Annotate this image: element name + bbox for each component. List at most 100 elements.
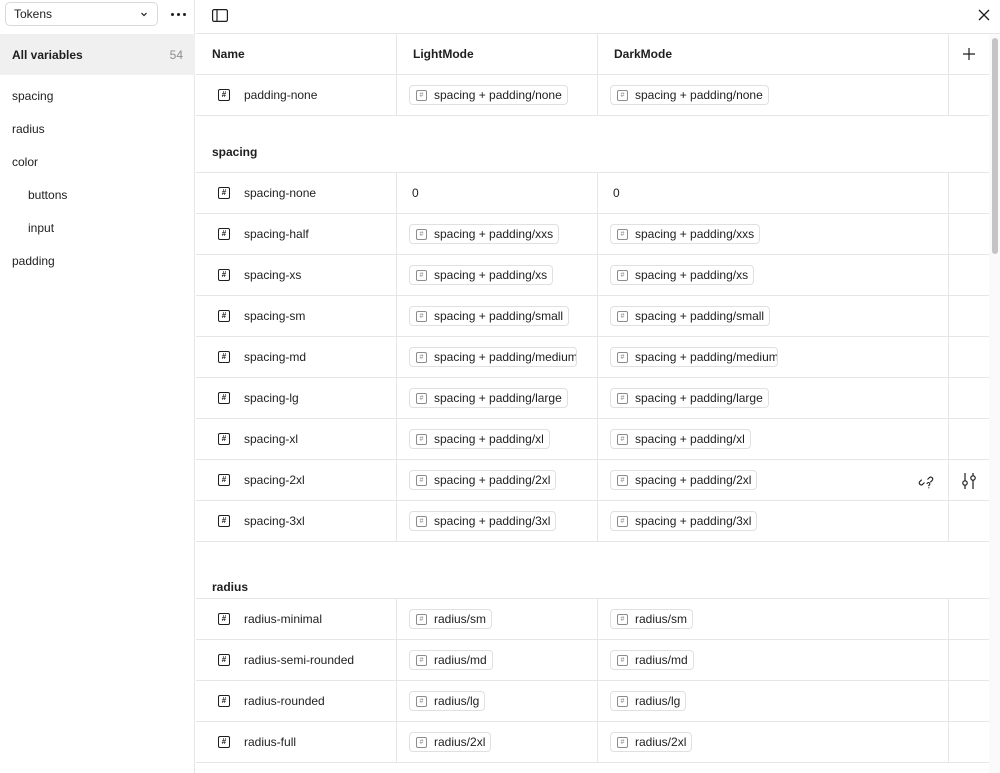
sidebar-item-color[interactable]: color	[0, 145, 195, 178]
alias-pill[interactable]: # spacing + padding/small	[610, 306, 771, 326]
table-row[interactable]: # padding-none # spacing + padding/none # s…	[196, 75, 989, 116]
darkmode-value-cell[interactable]: # radius/lg	[598, 681, 949, 721]
alias-pill[interactable]: # spacing + padding/2xl	[409, 470, 557, 490]
darkmode-value-cell[interactable]: # spacing + padding/medium	[598, 337, 949, 377]
unlink-icon[interactable]	[918, 473, 934, 489]
variable-name-cell[interactable]: # radius-minimal	[196, 599, 397, 639]
table-row[interactable]: # spacing-3xl # spacing + padding/3xl # spaci…	[196, 501, 989, 542]
lightmode-value-cell[interactable]: # spacing + padding/medium	[397, 337, 598, 377]
alias-pill[interactable]: # radius/lg	[409, 691, 486, 711]
alias-pill[interactable]: # spacing + padding/none	[610, 85, 769, 105]
raw-value[interactable]: 0	[610, 186, 620, 200]
variable-name-cell[interactable]: # spacing-3xl	[196, 501, 397, 541]
darkmode-value-cell[interactable]: # spacing + padding/small	[598, 296, 949, 336]
lightmode-value-cell[interactable]: # radius/2xl	[397, 722, 598, 762]
alias-pill[interactable]: # spacing + padding/medium	[409, 347, 577, 367]
variable-name-cell[interactable]: # spacing-xl	[196, 419, 397, 459]
lightmode-value-cell[interactable]: # spacing + padding/none	[397, 75, 598, 115]
table-row[interactable]: # radius-full # radius/2xl # radius/2xl	[196, 722, 989, 763]
lightmode-value-cell[interactable]: # spacing + padding/3xl	[397, 501, 598, 541]
alias-pill[interactable]: # radius/lg	[610, 691, 687, 711]
table-row[interactable]: # spacing-half # spacing + padding/xxs # spac…	[196, 214, 989, 255]
darkmode-value-cell[interactable]: # spacing + padding/3xl	[598, 501, 949, 541]
edit-variable-icon[interactable]	[961, 472, 977, 490]
variable-name-cell[interactable]: # spacing-md	[196, 337, 397, 377]
alias-pill[interactable]: # spacing + padding/xxs	[610, 224, 761, 244]
scrollbar-thumb[interactable]	[992, 38, 998, 254]
sidebar-item-buttons[interactable]: buttons	[0, 178, 195, 211]
alias-pill[interactable]: # spacing + padding/xl	[409, 429, 550, 449]
variable-name-cell[interactable]: # spacing-xs	[196, 255, 397, 295]
alias-pill[interactable]: # spacing + padding/xxs	[409, 224, 560, 244]
alias-pill[interactable]: # spacing + padding/xl	[610, 429, 751, 449]
table-row[interactable]: # spacing-sm # spacing + padding/small # spac…	[196, 296, 989, 337]
all-variables-item[interactable]: All variables 54	[0, 34, 195, 75]
table-row[interactable]: # spacing-xl # spacing + padding/xl # spacing…	[196, 419, 989, 460]
sidebar-item-input[interactable]: input	[0, 211, 195, 244]
vertical-scrollbar[interactable]	[989, 34, 1000, 773]
lightmode-value-cell[interactable]: # spacing + padding/2xl	[397, 460, 598, 500]
variable-name-cell[interactable]: # padding-none	[196, 75, 397, 115]
darkmode-value-cell[interactable]: 0	[598, 173, 949, 213]
variable-name-cell[interactable]: # radius-semi-rounded	[196, 640, 397, 680]
variable-name-cell[interactable]: # spacing-lg	[196, 378, 397, 418]
table-row[interactable]: # spacing-2xl # spacing + padding/2xl # spaci…	[196, 460, 989, 501]
variable-name-cell[interactable]: # spacing-sm	[196, 296, 397, 336]
alias-pill[interactable]: # radius/md	[409, 650, 493, 670]
lightmode-value-cell[interactable]: # radius/sm	[397, 599, 598, 639]
alias-pill[interactable]: # spacing + padding/3xl	[409, 511, 557, 531]
table-row[interactable]: # radius-semi-rounded # radius/md # radius/md	[196, 640, 989, 681]
alias-pill[interactable]: # radius/md	[610, 650, 694, 670]
darkmode-value-cell[interactable]: # spacing + padding/xl	[598, 419, 949, 459]
darkmode-value-cell[interactable]: # radius/2xl	[598, 722, 949, 762]
sidebar-item-radius[interactable]: radius	[0, 112, 195, 145]
alias-pill[interactable]: # radius/sm	[610, 609, 694, 629]
alias-pill[interactable]: # radius/2xl	[409, 732, 492, 752]
table-row[interactable]: # spacing-lg # spacing + padding/large # spac…	[196, 378, 989, 419]
variable-name-cell[interactable]: # spacing-half	[196, 214, 397, 254]
sidebar-toggle-icon[interactable]	[209, 6, 231, 24]
table-row[interactable]: # spacing-md # spacing + padding/medium # spa…	[196, 337, 989, 378]
darkmode-value-cell[interactable]: # spacing + padding/large	[598, 378, 949, 418]
table-row[interactable]: # radius-rounded # radius/lg # radius/lg	[196, 681, 989, 722]
darkmode-value-cell[interactable]: # radius/md	[598, 640, 949, 680]
collection-dropdown[interactable]: Tokens	[5, 2, 158, 26]
alias-pill[interactable]: # spacing + padding/xs	[409, 265, 554, 285]
lightmode-value-cell[interactable]: # radius/lg	[397, 681, 598, 721]
alias-pill[interactable]: # spacing + padding/small	[409, 306, 570, 326]
table-row[interactable]: # spacing-xs # spacing + padding/xs # spacing…	[196, 255, 989, 296]
sidebar-item-padding[interactable]: padding	[0, 244, 195, 277]
lightmode-value-cell[interactable]: # spacing + padding/xs	[397, 255, 598, 295]
sidebar-item-spacing[interactable]: spacing	[0, 79, 195, 112]
column-header-lightmode[interactable]: LightMode	[397, 34, 598, 74]
darkmode-value-cell[interactable]: # radius/sm	[598, 599, 949, 639]
darkmode-value-cell[interactable]: # spacing + padding/2xl	[598, 460, 949, 500]
table-row[interactable]: # spacing-none 0 0	[196, 173, 989, 214]
variable-name-cell[interactable]: # radius-rounded	[196, 681, 397, 721]
more-options-button[interactable]	[166, 4, 190, 24]
lightmode-value-cell[interactable]: # spacing + padding/large	[397, 378, 598, 418]
alias-pill[interactable]: # spacing + padding/2xl	[610, 470, 758, 490]
alias-pill[interactable]: # spacing + padding/large	[610, 388, 769, 408]
darkmode-value-cell[interactable]: # spacing + padding/none	[598, 75, 949, 115]
close-icon[interactable]	[973, 5, 995, 25]
lightmode-value-cell[interactable]: # spacing + padding/xl	[397, 419, 598, 459]
alias-pill[interactable]: # spacing + padding/xs	[610, 265, 755, 285]
darkmode-value-cell[interactable]: # spacing + padding/xs	[598, 255, 949, 295]
darkmode-value-cell[interactable]: # spacing + padding/xxs	[598, 214, 949, 254]
alias-pill[interactable]: # spacing + padding/large	[409, 388, 568, 408]
alias-pill[interactable]: # spacing + padding/none	[409, 85, 568, 105]
lightmode-value-cell[interactable]: # spacing + padding/xxs	[397, 214, 598, 254]
variable-name-cell[interactable]: # spacing-2xl	[196, 460, 397, 500]
variable-name-cell[interactable]: # spacing-none	[196, 173, 397, 213]
alias-pill[interactable]: # spacing + padding/3xl	[610, 511, 758, 531]
column-header-darkmode[interactable]: DarkMode	[598, 34, 949, 74]
lightmode-value-cell[interactable]: 0	[397, 173, 598, 213]
lightmode-value-cell[interactable]: # radius/md	[397, 640, 598, 680]
lightmode-value-cell[interactable]: # spacing + padding/small	[397, 296, 598, 336]
add-mode-button[interactable]	[949, 34, 989, 74]
variable-name-cell[interactable]: # radius-full	[196, 722, 397, 762]
table-row[interactable]: # radius-minimal # radius/sm # radius/sm	[196, 599, 989, 640]
alias-pill[interactable]: # radius/sm	[409, 609, 493, 629]
alias-pill[interactable]: # spacing + padding/medium	[610, 347, 778, 367]
